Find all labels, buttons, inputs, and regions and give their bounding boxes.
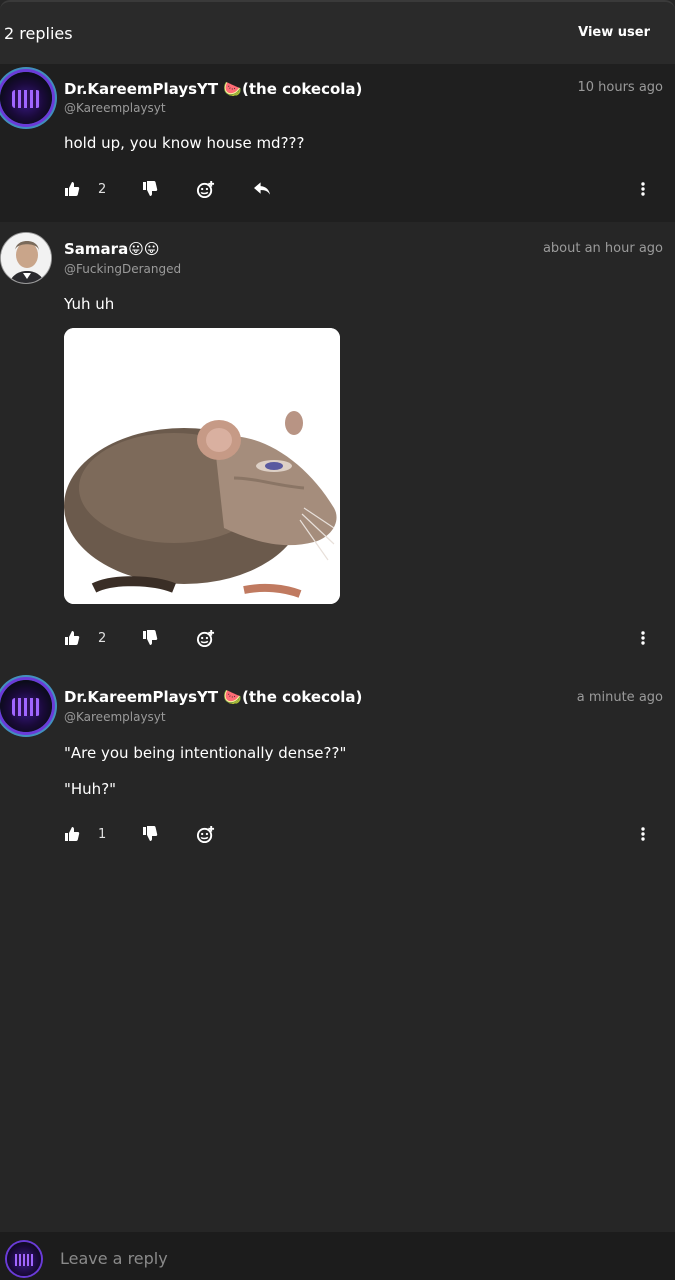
username[interactable]: Dr.KareemPlaysYT 🍉(the cokecola) <box>64 688 362 706</box>
timestamp: 10 hours ago <box>577 80 663 95</box>
parent-comment: Dr.KareemPlaysYT 🍉(the cokecola) @Kareem… <box>0 64 675 222</box>
user-handle: @Kareemplaysyt <box>64 101 166 115</box>
like-count: 1 <box>98 826 107 842</box>
avatar[interactable] <box>0 72 52 124</box>
username[interactable]: Samara😛😛 <box>64 240 159 258</box>
thumbs-down-icon[interactable] <box>142 628 158 648</box>
current-user-avatar[interactable] <box>7 1242 41 1276</box>
like-count: 2 <box>98 630 107 646</box>
comment-text: hold up, you know house md??? <box>64 134 305 152</box>
comment-actions: 1 <box>64 824 664 844</box>
username[interactable]: Dr.KareemPlaysYT 🍉(the cokecola) <box>64 80 362 98</box>
attached-image[interactable] <box>64 328 340 604</box>
like-count: 2 <box>98 181 107 197</box>
replies-header: 2 replies View user <box>0 0 675 64</box>
user-handle: @FuckingDeranged <box>64 262 182 276</box>
reply-icon[interactable] <box>254 179 271 199</box>
add-reaction-icon[interactable] <box>196 179 215 199</box>
comment-text-line: "Are you being intentionally dense??" <box>64 744 347 762</box>
add-reaction-icon[interactable] <box>196 628 215 648</box>
comment-text: Yuh uh <box>64 295 115 313</box>
comment-actions: 2 <box>64 628 664 648</box>
thumbs-up-icon[interactable] <box>64 824 80 844</box>
more-vertical-icon[interactable] <box>641 628 645 648</box>
reply-comment: Dr.KareemPlaysYT 🍉(the cokecola) @Kareem… <box>0 662 675 862</box>
more-vertical-icon[interactable] <box>641 824 645 844</box>
user-handle: @Kareemplaysyt <box>64 710 166 724</box>
thumbs-down-icon[interactable] <box>142 179 158 199</box>
thumbs-down-icon[interactable] <box>142 824 158 844</box>
comment-actions: 2 <box>64 179 664 199</box>
reply-count: 2 replies <box>4 24 73 43</box>
thumbs-up-icon[interactable] <box>64 179 80 199</box>
more-vertical-icon[interactable] <box>641 179 645 199</box>
comment-text-line: "Huh?" <box>64 780 117 798</box>
thumbs-up-icon[interactable] <box>64 628 80 648</box>
avatar[interactable] <box>0 232 52 284</box>
timestamp: a minute ago <box>576 690 663 705</box>
reply-comment: Samara😛😛 @FuckingDeranged about an hour … <box>0 222 675 662</box>
reply-input[interactable] <box>60 1244 620 1272</box>
timestamp: about an hour ago <box>542 241 663 256</box>
avatar[interactable] <box>0 680 52 732</box>
reply-composer <box>0 1232 675 1280</box>
view-user-button[interactable]: View user <box>578 25 650 40</box>
add-reaction-icon[interactable] <box>196 824 215 844</box>
